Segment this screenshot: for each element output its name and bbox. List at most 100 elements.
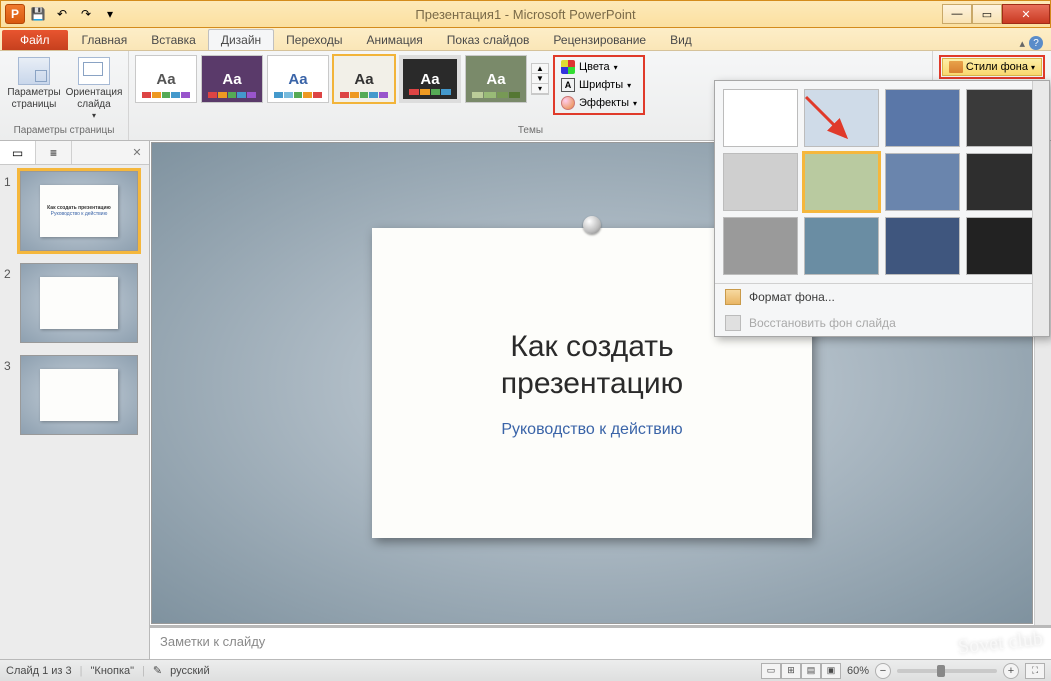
minimize-button[interactable]: — bbox=[942, 4, 972, 24]
effects-icon bbox=[561, 96, 575, 110]
tab-view[interactable]: Вид bbox=[658, 30, 704, 50]
window-title: Презентация1 - Microsoft PowerPoint bbox=[415, 7, 635, 22]
notes-pane[interactable]: Заметки к слайду bbox=[150, 625, 1051, 659]
theme-scroll-up-icon[interactable]: ▲ bbox=[532, 64, 548, 74]
close-button[interactable]: ✕ bbox=[1002, 4, 1050, 24]
pushpin-icon bbox=[583, 216, 601, 234]
theme-item[interactable]: Aa bbox=[267, 55, 329, 103]
bg-swatch[interactable] bbox=[966, 217, 1041, 275]
colors-icon bbox=[561, 60, 575, 74]
tab-file[interactable]: Файл bbox=[2, 30, 68, 50]
bg-swatch[interactable] bbox=[804, 217, 879, 275]
language-indicator[interactable]: русский bbox=[170, 665, 209, 677]
page-setup-icon bbox=[18, 57, 50, 85]
slide-thumbnail[interactable] bbox=[20, 263, 138, 343]
reset-background-label: Восстановить фон слайда bbox=[749, 316, 896, 330]
title-bar: P 💾 ↶ ↷ ▾ Презентация1 - Microsoft Power… bbox=[0, 0, 1051, 28]
maximize-button[interactable]: ▭ bbox=[972, 4, 1002, 24]
bg-swatch[interactable] bbox=[966, 153, 1041, 211]
format-background-item[interactable]: Формат фона... bbox=[715, 284, 1049, 310]
colors-label: Цвета bbox=[579, 61, 610, 73]
theme-item[interactable]: Aa bbox=[201, 55, 263, 103]
slide-thumbnail[interactable]: Как создать презентациюРуководство к дей… bbox=[20, 171, 138, 251]
theme-scroll-down-icon[interactable]: ▼ bbox=[532, 74, 548, 84]
fonts-label: Шрифты bbox=[579, 79, 623, 91]
slides-tab[interactable]: ▭ bbox=[0, 141, 36, 164]
slide-subtitle[interactable]: Руководство к действию bbox=[501, 421, 682, 439]
effects-button[interactable]: Эффекты ▾ bbox=[559, 95, 639, 111]
thumbnail-row: 1 Как создать презентациюРуководство к д… bbox=[4, 171, 145, 251]
colors-button[interactable]: Цвета ▾ bbox=[559, 59, 639, 75]
theme-options-highlight: Цвета ▾ A Шрифты ▾ Эффекты ▾ bbox=[553, 55, 645, 115]
outline-tab[interactable]: ≡ bbox=[36, 141, 72, 164]
save-icon[interactable]: 💾 bbox=[27, 4, 49, 24]
app-icon[interactable]: P bbox=[5, 4, 25, 24]
background-styles-button[interactable]: Стили фона ▾ bbox=[942, 58, 1042, 76]
bg-swatch[interactable] bbox=[885, 217, 960, 275]
tab-home[interactable]: Главная bbox=[70, 30, 140, 50]
bg-swatch[interactable] bbox=[804, 89, 879, 147]
fonts-button[interactable]: A Шрифты ▾ bbox=[559, 77, 639, 93]
reset-background-icon bbox=[725, 315, 741, 331]
theme-item[interactable]: Aa bbox=[399, 55, 461, 103]
bg-swatch[interactable] bbox=[723, 217, 798, 275]
popup-scrollbar[interactable] bbox=[1032, 81, 1049, 336]
thumbnail-row: 3 bbox=[4, 355, 145, 435]
close-panel-icon[interactable]: ✕ bbox=[125, 141, 149, 164]
reading-view-button[interactable]: ▤ bbox=[801, 663, 821, 679]
background-styles-highlight: Стили фона ▾ bbox=[939, 55, 1045, 79]
format-background-label: Формат фона... bbox=[749, 290, 835, 304]
background-swatch-grid bbox=[715, 81, 1049, 283]
orientation-button[interactable]: Ориентация слайда ▾ bbox=[66, 55, 122, 121]
normal-view-button[interactable]: ▭ bbox=[761, 663, 781, 679]
bg-swatch[interactable] bbox=[723, 153, 798, 211]
themes-gallery: Aa Aa Aa Aa Aa Aa ▲ ▼ ▾ bbox=[135, 55, 549, 103]
theme-expand-icon[interactable]: ▾ bbox=[532, 84, 548, 94]
minimize-ribbon-icon[interactable]: ▴ bbox=[1019, 37, 1025, 50]
reset-background-item: Восстановить фон слайда bbox=[715, 310, 1049, 336]
thumbnails-list: 1 Как создать презентациюРуководство к д… bbox=[0, 165, 149, 659]
slideshow-view-button[interactable]: ▣ bbox=[821, 663, 841, 679]
sorter-view-button[interactable]: ⊞ bbox=[781, 663, 801, 679]
tab-slideshow[interactable]: Показ слайдов bbox=[435, 30, 542, 50]
slide-title[interactable]: Как создатьпрезентацию bbox=[501, 328, 683, 403]
spellcheck-icon[interactable]: ✎ bbox=[153, 664, 162, 677]
page-setup-label: Параметры страницы bbox=[6, 87, 62, 111]
bg-swatch[interactable] bbox=[966, 89, 1041, 147]
fit-to-window-button[interactable]: ⛶ bbox=[1025, 663, 1045, 679]
thumbnail-row: 2 bbox=[4, 263, 145, 343]
chevron-down-icon: ▾ bbox=[633, 99, 637, 108]
theme-item[interactable]: Aa bbox=[135, 55, 197, 103]
tab-insert[interactable]: Вставка bbox=[139, 30, 208, 50]
bg-swatch[interactable] bbox=[723, 89, 798, 147]
theme-name: "Кнопка" bbox=[91, 665, 135, 677]
thumb-number: 1 bbox=[4, 171, 14, 251]
background-styles-popup: Формат фона... Восстановить фон слайда bbox=[714, 80, 1050, 337]
theme-gallery-nav: ▲ ▼ ▾ bbox=[531, 63, 549, 95]
theme-item-selected[interactable]: Aa bbox=[333, 55, 395, 103]
thumb-number: 2 bbox=[4, 263, 14, 343]
thumbnail-tabs: ▭ ≡ ✕ bbox=[0, 141, 149, 165]
tab-transitions[interactable]: Переходы bbox=[274, 30, 354, 50]
page-setup-button[interactable]: Параметры страницы bbox=[6, 55, 62, 111]
help-icon[interactable]: ? bbox=[1029, 36, 1043, 50]
ribbon-help: ▴ ? bbox=[1019, 36, 1051, 50]
redo-icon[interactable]: ↷ bbox=[75, 4, 97, 24]
chevron-down-icon: ▾ bbox=[627, 81, 631, 90]
qat-dropdown-icon[interactable]: ▾ bbox=[99, 4, 121, 24]
undo-icon[interactable]: ↶ bbox=[51, 4, 73, 24]
bg-swatch[interactable] bbox=[885, 89, 960, 147]
paint-bucket-icon bbox=[949, 61, 963, 73]
zoom-slider[interactable] bbox=[897, 669, 997, 673]
tab-design[interactable]: Дизайн bbox=[208, 29, 274, 50]
slide-thumbnail[interactable] bbox=[20, 355, 138, 435]
tab-animation[interactable]: Анимация bbox=[354, 30, 434, 50]
bg-swatch-selected[interactable] bbox=[804, 153, 879, 211]
zoom-out-button[interactable]: − bbox=[875, 663, 891, 679]
bg-swatch[interactable] bbox=[885, 153, 960, 211]
zoom-thumb[interactable] bbox=[937, 665, 945, 677]
tab-review[interactable]: Рецензирование bbox=[541, 30, 658, 50]
zoom-in-button[interactable]: + bbox=[1003, 663, 1019, 679]
zoom-level[interactable]: 60% bbox=[847, 665, 869, 677]
theme-item[interactable]: Aa bbox=[465, 55, 527, 103]
